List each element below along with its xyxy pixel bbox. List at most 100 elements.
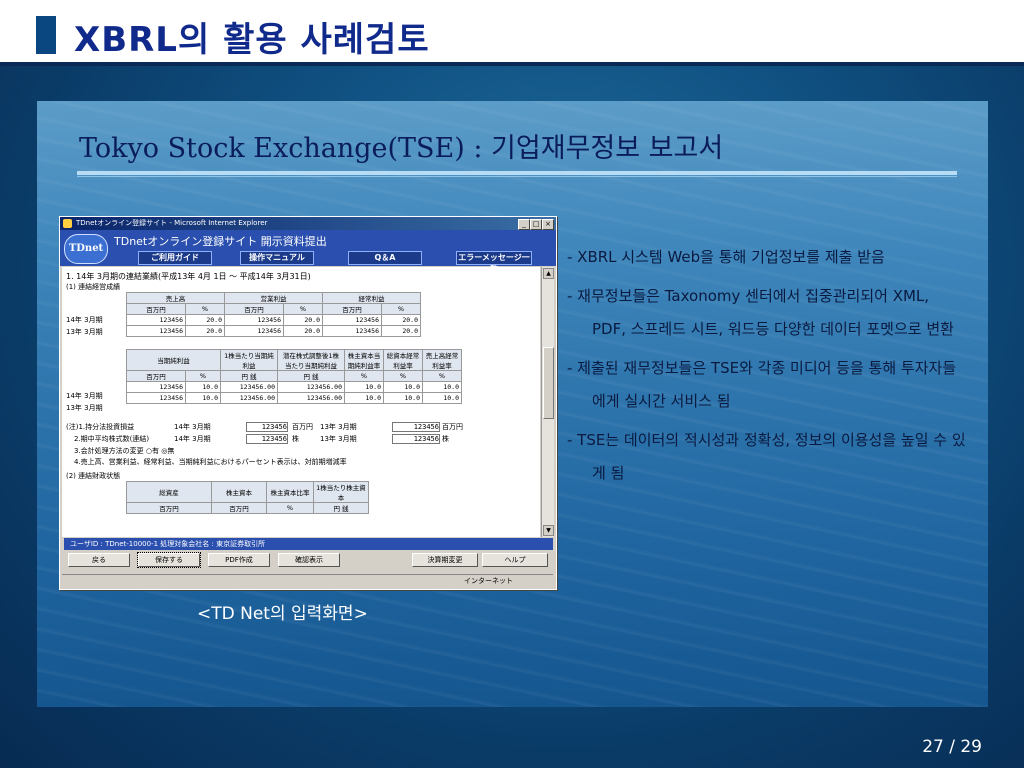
- unit-cell: 百万円: [322, 303, 382, 315]
- bullet-list: - XBRL 시스템 Web을 통해 기업정보를 제출 받음 - 재무정보들은 …: [567, 241, 967, 490]
- note-line: 4.売上高、営業利益、経常利益、当期純利益におけるパーセント表示は、対前期増減率: [74, 458, 347, 466]
- value-cell: 123456: [224, 325, 284, 337]
- title-rule-thin: [77, 176, 957, 177]
- value-cell: 123456: [126, 392, 186, 404]
- form-content: 1. 14年 3月期の連結業績(平成13年 4月 1日 〜 平成14年 3月31…: [62, 267, 540, 537]
- form-footer: ユーザID : TDnet-10000-1 処理対象会社名 : 東京証券取引所 …: [62, 538, 553, 572]
- browser-titlebar: TDnetオンライン登録サイト - Microsoft Internet Exp…: [60, 217, 556, 230]
- note-value: 123456: [392, 434, 440, 444]
- value-cell: 123456: [126, 314, 186, 326]
- unit-cell: %: [266, 502, 314, 514]
- tdnet-logo: TDnet: [64, 234, 108, 264]
- unit-cell: %: [383, 370, 423, 382]
- nav-guide: ご利用ガイド: [138, 251, 212, 265]
- value-cell: 123456.00: [220, 381, 278, 393]
- value-cell: 123456: [126, 325, 186, 337]
- note-value: 123456: [246, 434, 288, 444]
- row-label: 13年 3月期: [66, 328, 103, 336]
- note-value: 123456: [392, 422, 440, 432]
- value-cell: 123456: [224, 314, 284, 326]
- pdf-button: PDF作成: [208, 553, 270, 567]
- value-cell: 10.0: [344, 381, 384, 393]
- tdnet-header: TDnet TDnetオンライン登録サイト 開示資料提出 ご利用ガイド 操作マニ…: [60, 230, 556, 274]
- value-cell: 10.0: [185, 392, 221, 404]
- unit-cell: 円 銭: [277, 370, 345, 382]
- note-line: 2.期中平均株式数(連結) 14年 3月期 123456 株 13年 3月期 1…: [74, 434, 449, 444]
- unit-cell: %: [185, 370, 221, 382]
- note-period: 13年 3月期: [320, 435, 357, 443]
- value-cell: 123456.00: [220, 392, 278, 404]
- back-button: 戻る: [68, 553, 130, 567]
- value-cell: 10.0: [185, 381, 221, 393]
- value-cell: 20.0: [283, 314, 323, 326]
- value-cell: 20.0: [185, 314, 225, 326]
- unit-cell: %: [344, 370, 384, 382]
- col-header: 総資本経常利益率: [383, 349, 423, 371]
- row-label: 13年 3月期: [66, 404, 103, 412]
- change-period-button: 決算期変更: [412, 553, 478, 567]
- unit-cell: 百万円: [211, 502, 267, 514]
- screenshot-caption: <TD Net의 입력화면>: [197, 604, 368, 624]
- help-button: ヘルプ: [482, 553, 548, 567]
- col-header: 1株当たり当期純利益: [220, 349, 278, 371]
- nav-errors: エラーメッセージ一覧: [456, 251, 532, 274]
- ie-icon: [63, 219, 72, 228]
- note-unit: 株: [292, 435, 299, 443]
- note-label: 2.期中平均株式数(連結): [74, 435, 150, 443]
- note-value: 123456: [246, 422, 288, 432]
- unit-cell: 百万円: [126, 370, 186, 382]
- note-unit: 百万円: [292, 423, 313, 431]
- unit-cell: 百万円: [224, 303, 284, 315]
- value-cell: 10.0: [344, 392, 384, 404]
- page-number: 27 / 29: [922, 737, 982, 757]
- unit-cell: 円 銭: [220, 370, 278, 382]
- col-header: 営業利益: [224, 292, 323, 304]
- panel-title: Tokyo Stock Exchange(TSE) : 기업재무정보 보고서: [79, 133, 724, 164]
- bullet-text: - 재무정보들은 Taxonomy 센터에서 집중관리되어 XML, PDF, …: [567, 287, 954, 338]
- value-cell: 123456.00: [277, 392, 345, 404]
- bullet-item: - 제출된 재무정보들은 TSE와 각종 미디어 등을 통해 투자자들에게 실시…: [567, 352, 967, 418]
- browser-scrollbar: ▲ ▼: [541, 267, 554, 537]
- section-label: (2) 連結財政状態: [66, 472, 121, 480]
- value-cell: 123456: [322, 325, 382, 337]
- unit-cell: 円 銭: [313, 502, 369, 514]
- value-cell: 20.0: [381, 314, 421, 326]
- tdnet-site-title: TDnetオンライン登録サイト 開示資料提出: [114, 235, 327, 248]
- section-label: (1) 連結経営成績: [66, 283, 121, 291]
- tdnet-screenshot: TDnetオンライン登録サイト - Microsoft Internet Exp…: [59, 216, 557, 590]
- table-net-income: 当期純利益 1株当たり当期純利益 潜在株式調整後1株当たり当期純利益 株主資本当…: [126, 349, 462, 404]
- unit-cell: %: [283, 303, 323, 315]
- col-header: 株主資本当期純利益率: [344, 349, 384, 371]
- content-panel: Tokyo Stock Exchange(TSE) : 기업재무정보 보고서 T…: [37, 101, 988, 707]
- col-header: 経常利益: [322, 292, 421, 304]
- title-rule: [77, 171, 957, 175]
- form-heading: 1. 14年 3月期の連結業績(平成13年 4月 1日 〜 平成14年 3月31…: [66, 272, 311, 281]
- value-cell: 10.0: [422, 392, 462, 404]
- col-header: 売上高: [126, 292, 225, 304]
- note-line: (注)1.持分法投資損益 14年 3月期 123456 百万円 13年 3月期 …: [66, 422, 463, 432]
- close-icon: ×: [542, 219, 554, 230]
- value-cell: 20.0: [283, 325, 323, 337]
- status-zone: インターネット: [464, 577, 513, 585]
- bullet-item: - TSE는 데이터의 적시성과 정확성, 정보의 이용성을 높일 수 있게 됨: [567, 424, 967, 490]
- scroll-down-icon: ▼: [543, 525, 554, 536]
- col-header: 株主資本: [211, 481, 267, 503]
- value-cell: 123456: [126, 381, 186, 393]
- bullet-item: - XBRL 시스템 Web을 통해 기업정보를 제출 받음: [567, 241, 967, 274]
- unit-cell: %: [185, 303, 225, 315]
- row-label: 14年 3月期: [66, 316, 103, 324]
- note-label: (注)1.持分法投資損益: [66, 423, 135, 431]
- col-header: 当期純利益: [126, 349, 221, 371]
- user-bar: ユーザID : TDnet-10000-1 処理対象会社名 : 東京証券取引所: [64, 538, 553, 550]
- value-cell: 10.0: [383, 392, 423, 404]
- browser-window-title: TDnetオンライン登録サイト - Microsoft Internet Exp…: [76, 219, 268, 227]
- unit-cell: %: [422, 370, 462, 382]
- value-cell: 20.0: [381, 325, 421, 337]
- bullet-item: - 재무정보들은 Taxonomy 센터에서 집중관리되어 XML, PDF, …: [567, 280, 967, 346]
- value-cell: 10.0: [383, 381, 423, 393]
- slide-title: XBRL의 활용 사례검토: [74, 20, 430, 60]
- unit-cell: 百万円: [126, 502, 212, 514]
- note-line: 3.会計処理方法の変更 ○有 ◎無: [74, 447, 175, 455]
- save-button: 保存する: [137, 552, 201, 568]
- note-period: 14年 3月期: [174, 423, 211, 431]
